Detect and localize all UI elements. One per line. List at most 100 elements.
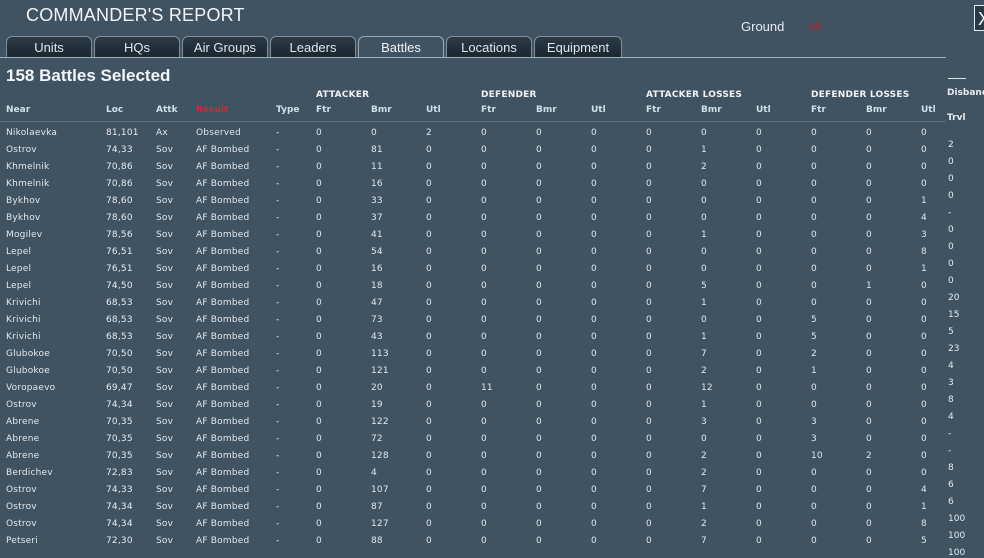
cell-att-bmr: 33 <box>371 196 383 206</box>
cell-attloss-bmr: 0 <box>701 179 707 189</box>
cell-def-ftr: 0 <box>481 451 487 461</box>
col-result[interactable]: Result <box>196 105 228 115</box>
table-row[interactable]: Nikolaevka 81,101 Ax Observed - 0 0 2 0 0 0 0 0 0 0 0 0 <box>0 126 946 143</box>
cell-defloss-ftr: 0 <box>811 383 817 393</box>
table-row[interactable]: Glubokoe 70,50 Sov AF Bombed - 0 121 0 0 0 0 0 2 0 1 0 0 <box>0 364 946 381</box>
cell-def-bmr: 0 <box>536 451 542 461</box>
col-att-ftr[interactable]: Ftr <box>316 105 331 115</box>
table-row[interactable]: Petseri 72,30 Sov AF Bombed - 0 88 0 0 0 0 0 7 0 0 0 5 <box>0 534 946 551</box>
tab-equipment[interactable]: Equipment <box>534 36 622 57</box>
tab-units[interactable]: Units <box>6 36 92 57</box>
col-defloss-utl[interactable]: Utl <box>921 105 936 115</box>
table-row[interactable]: Glubokoe 70,50 Sov AF Bombed - 0 113 0 0 0 0 0 7 0 2 0 0 <box>0 347 946 364</box>
table-row[interactable]: Ostrov 74,34 Sov AF Bombed - 0 19 0 0 0 0 0 1 0 0 0 0 <box>0 398 946 415</box>
cell-result: AF Bombed <box>196 468 250 478</box>
cell-attloss-ftr: 0 <box>646 502 652 512</box>
table-row[interactable]: Abrene 70,35 Sov AF Bombed - 0 72 0 0 0 0 0 0 0 3 0 0 <box>0 432 946 449</box>
table-row[interactable]: Khmelnik 70,86 Sov AF Bombed - 0 11 0 0 0 0 0 2 0 0 0 0 <box>0 160 946 177</box>
table-row[interactable]: Lepel 76,51 Sov AF Bombed - 0 16 0 0 0 0 0 0 0 0 0 1 <box>0 262 946 279</box>
cell-defloss-utl: 5 <box>921 536 927 546</box>
cell-att-bmr: 19 <box>371 400 383 410</box>
table-row[interactable]: Berdichev 72,83 Sov AF Bombed - 0 4 0 0 0 0 0 2 0 0 0 0 <box>0 466 946 483</box>
cell-att-ftr: 0 <box>316 247 322 257</box>
table-row[interactable]: Ostrov 74,33 Sov AF Bombed - 0 81 0 0 0 0 0 1 0 0 0 0 <box>0 143 946 160</box>
col-att-bmr[interactable]: Bmr <box>371 105 392 115</box>
cell-type: - <box>276 281 280 291</box>
cell-att-ftr: 0 <box>316 145 322 155</box>
cell-result: AF Bombed <box>196 332 250 342</box>
tab-air-groups[interactable]: Air Groups <box>182 36 268 57</box>
col-attloss-utl[interactable]: Utl <box>756 105 771 115</box>
cell-def-bmr: 0 <box>536 230 542 240</box>
table-row[interactable]: Lepel 74,50 Sov AF Bombed - 0 18 0 0 0 0 0 5 0 0 1 0 <box>0 279 946 296</box>
table-row[interactable]: Voropaevo 69,47 Sov AF Bombed - 0 20 0 11 0 0 0 12 0 0… <box>0 381 946 398</box>
cell-type: - <box>276 434 280 444</box>
cell-att-bmr: 20 <box>371 383 383 393</box>
cell-attk: Sov <box>156 179 174 189</box>
cell-def-utl: 0 <box>591 332 597 342</box>
cell-near: Ostrov <box>6 485 37 495</box>
table-row[interactable]: Abrene 70,35 Sov AF Bombed -0 128 0 0 0 0 0 2 0 10 2 0 <box>0 449 946 466</box>
col-defloss-bmr[interactable]: Bmr <box>866 105 887 115</box>
tab-leaders[interactable]: Leaders <box>270 36 356 57</box>
cell-type: - <box>276 179 280 189</box>
cell-att-utl: 0 <box>426 230 432 240</box>
table-row[interactable]: Bykhov 78,60 Sov AF Bombed - 0 33 0 0 0 0 0 0 0 0 0 1 <box>0 194 946 211</box>
cell-attk: Sov <box>156 417 174 427</box>
cell-type: - <box>276 247 280 257</box>
col-defloss-ftr[interactable]: Ftr <box>811 105 826 115</box>
ground-filter-value[interactable]: All <box>809 21 821 33</box>
table-row[interactable]: Khmelnik 70,86 Sov AF Bombed - 0 16 0 0 0 0 0 0 0 0 0 0 <box>0 177 946 194</box>
table-row[interactable]: Ostrov 74,33 Sov AF Bombed - 0 107 0 0 0 0 0 7 0 0 0 4 <box>0 483 946 500</box>
cell-att-utl: 0 <box>426 434 432 444</box>
cell-def-bmr: 0 <box>536 162 542 172</box>
cell-att-ftr: 0 <box>316 298 322 308</box>
col-loc[interactable]: Loc <box>106 105 123 115</box>
col-def-bmr[interactable]: Bmr <box>536 105 557 115</box>
cell-type: - <box>276 315 280 325</box>
cell-defloss-bmr: 0 <box>866 162 872 172</box>
cell-att-utl: 0 <box>426 519 432 529</box>
side-col-trvl[interactable]: Trvl <box>947 113 966 123</box>
col-attk[interactable]: Attk <box>156 105 178 115</box>
col-def-utl[interactable]: Utl <box>591 105 606 115</box>
cell-type: - <box>276 264 280 274</box>
col-attloss-ftr[interactable]: Ftr <box>646 105 661 115</box>
col-def-ftr[interactable]: Ftr <box>481 105 496 115</box>
table-row[interactable]: Mogilev 78,56 Sov AF Bombed - 0 41 0 0 0 0 0 1 0 0 0 3 <box>0 228 946 245</box>
table-row[interactable]: Krivichi 68,53 Sov AF Bombed -0 43 0 0 0 0 0 1 0 5 0 0 <box>0 330 946 347</box>
table-row[interactable]: Abrene 70,35 Sov AF Bombed - 0 122 0 0 0 0 0 3 0 3 0 0 <box>0 415 946 432</box>
table-row[interactable]: Lepel 76,51 Sov AF Bombed - 0 54 0 0 0 0 0 0 0 0 0 8 <box>0 245 946 262</box>
table-row[interactable]: Ostrov 74,34 Sov AF Bombed - 0 127 0 0 0 0 0 2 0 0 0 8 <box>0 517 946 534</box>
table-row[interactable]: Bykhov 78,60 Sov AF Bombed - 0 37 0 0 0 0 0 0 0 0 0 4 <box>0 211 946 228</box>
cell-attloss-utl: 0 <box>756 485 762 495</box>
col-type[interactable]: Type <box>276 105 299 115</box>
cell-attloss-ftr: 0 <box>646 196 652 206</box>
col-near[interactable]: Near <box>6 105 30 115</box>
cell-def-bmr: 0 <box>536 519 542 529</box>
cell-attloss-utl: 0 <box>756 332 762 342</box>
tab-hqs[interactable]: HQs <box>94 36 180 57</box>
cell-attloss-bmr: 1 <box>701 332 707 342</box>
cell-def-utl: 0 <box>591 451 597 461</box>
side-header-disband[interactable]: Disband <box>947 88 984 98</box>
col-attloss-bmr[interactable]: Bmr <box>701 105 722 115</box>
side-cell-trvl: 100 <box>948 531 966 541</box>
cell-attloss-ftr: 0 <box>646 179 652 189</box>
cell-def-ftr: 0 <box>481 315 487 325</box>
cell-defloss-utl: 0 <box>921 417 927 427</box>
cell-near: Khmelnik <box>6 179 50 189</box>
col-att-utl[interactable]: Utl <box>426 105 441 115</box>
tab-locations[interactable]: Locations <box>446 36 532 57</box>
cell-attloss-ftr: 0 <box>646 281 652 291</box>
cell-def-utl: 0 <box>591 298 597 308</box>
cell-def-bmr: 0 <box>536 366 542 376</box>
table-row[interactable]: Krivichi 68,53 Sov AF Bombed - 0 47 0 0 0 0 0 1 0 0 0 0 <box>0 296 946 313</box>
table-row[interactable]: Ostrov 74,34 Sov AF Bombed - 0 87 0 0 0 0 0 1 0 0 0 1 <box>0 500 946 517</box>
table-row[interactable]: Krivichi 68,53 Sov AF Bombed - 0 73 0 0 0 0 0 0 0 5 0 0 <box>0 313 946 330</box>
cell-attloss-bmr: 0 <box>701 247 707 257</box>
tab-battles[interactable]: Battles <box>358 36 444 58</box>
close-button[interactable]: X <box>974 5 984 31</box>
cell-attloss-ftr: 0 <box>646 536 652 546</box>
cell-loc: 72,30 <box>106 536 133 546</box>
